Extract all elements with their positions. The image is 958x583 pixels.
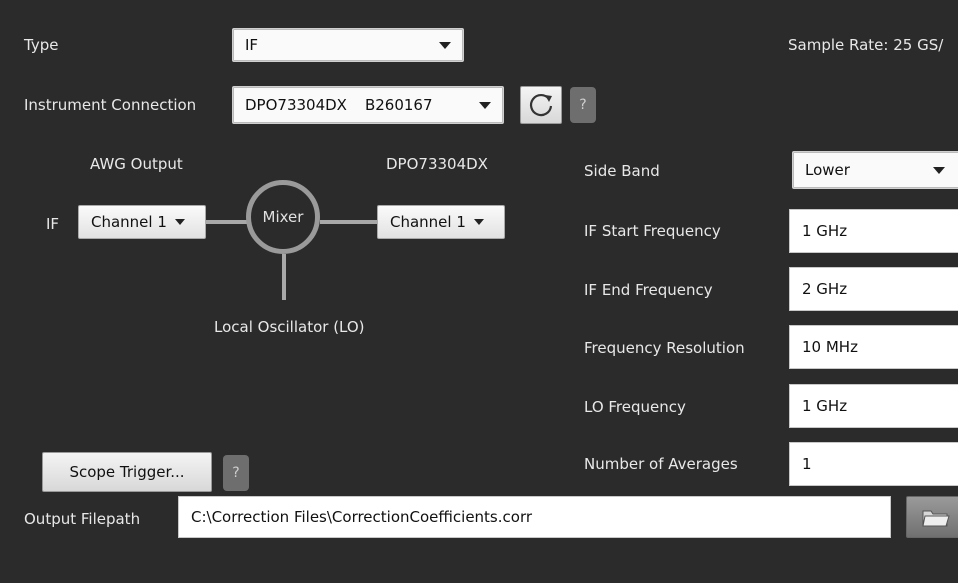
scope-channel-dropdown[interactable]: Channel 1 xyxy=(377,205,505,239)
scope-model-label: DPO73304DX xyxy=(386,155,488,173)
if-end-label: IF End Frequency xyxy=(584,281,713,299)
freq-res-label: Frequency Resolution xyxy=(584,339,745,357)
if-start-label: IF Start Frequency xyxy=(584,222,721,240)
side-band-label: Side Band xyxy=(584,162,660,180)
side-band-dropdown[interactable]: Lower xyxy=(792,151,958,189)
awg-channel-dropdown[interactable]: Channel 1 xyxy=(78,205,206,239)
instrument-serial: B260167 xyxy=(364,96,433,114)
awg-output-label: AWG Output xyxy=(90,155,183,173)
chevron-down-icon xyxy=(473,219,484,225)
if-end-input[interactable]: 2 GHz xyxy=(789,267,958,311)
averages-label: Number of Averages xyxy=(584,455,738,473)
chevron-down-icon xyxy=(439,42,451,49)
instrument-dropdown[interactable]: DPO73304DX B260167 xyxy=(232,86,504,124)
output-filepath-input[interactable]: C:\Correction Files\CorrectionCoefficien… xyxy=(178,496,891,538)
type-value: IF xyxy=(245,36,259,54)
chevron-down-icon xyxy=(479,102,491,109)
instrument-connection-label: Instrument Connection xyxy=(24,96,197,114)
lo-label: Local Oscillator (LO) xyxy=(214,318,365,336)
instrument-model: DPO73304DX xyxy=(245,96,347,114)
browse-folder-button[interactable] xyxy=(906,496,958,538)
awg-channel-value: Channel 1 xyxy=(91,213,167,231)
mixer-symbol: Mixer xyxy=(246,180,320,254)
folder-icon xyxy=(922,510,950,527)
if-label: IF xyxy=(46,215,60,233)
type-label: Type xyxy=(24,36,59,54)
if-start-input[interactable]: 1 GHz xyxy=(789,209,958,253)
output-filepath-label: Output Filepath xyxy=(24,510,141,528)
lo-connector-line xyxy=(282,254,286,300)
refresh-icon xyxy=(529,93,553,117)
scope-trigger-button[interactable]: Scope Trigger... xyxy=(42,452,212,492)
refresh-button[interactable] xyxy=(520,86,562,124)
side-band-value: Lower xyxy=(805,161,850,179)
lo-freq-input[interactable]: 1 GHz xyxy=(789,384,958,428)
freq-res-input[interactable]: 10 MHz xyxy=(789,325,958,369)
lo-freq-label: LO Frequency xyxy=(584,398,686,416)
output-connector-line xyxy=(320,220,378,224)
chevron-down-icon xyxy=(933,167,945,174)
type-dropdown[interactable]: IF xyxy=(232,28,464,62)
scope-channel-value: Channel 1 xyxy=(390,213,466,231)
chevron-down-icon xyxy=(174,219,185,225)
instrument-help-icon[interactable]: ? xyxy=(570,87,596,123)
scope-trigger-help-icon[interactable]: ? xyxy=(223,455,249,491)
if-connector-line xyxy=(206,220,248,224)
mixer-label: Mixer xyxy=(262,208,304,226)
averages-input[interactable]: 1 xyxy=(789,442,958,486)
sample-rate-text: Sample Rate: 25 GS/ xyxy=(788,36,944,54)
